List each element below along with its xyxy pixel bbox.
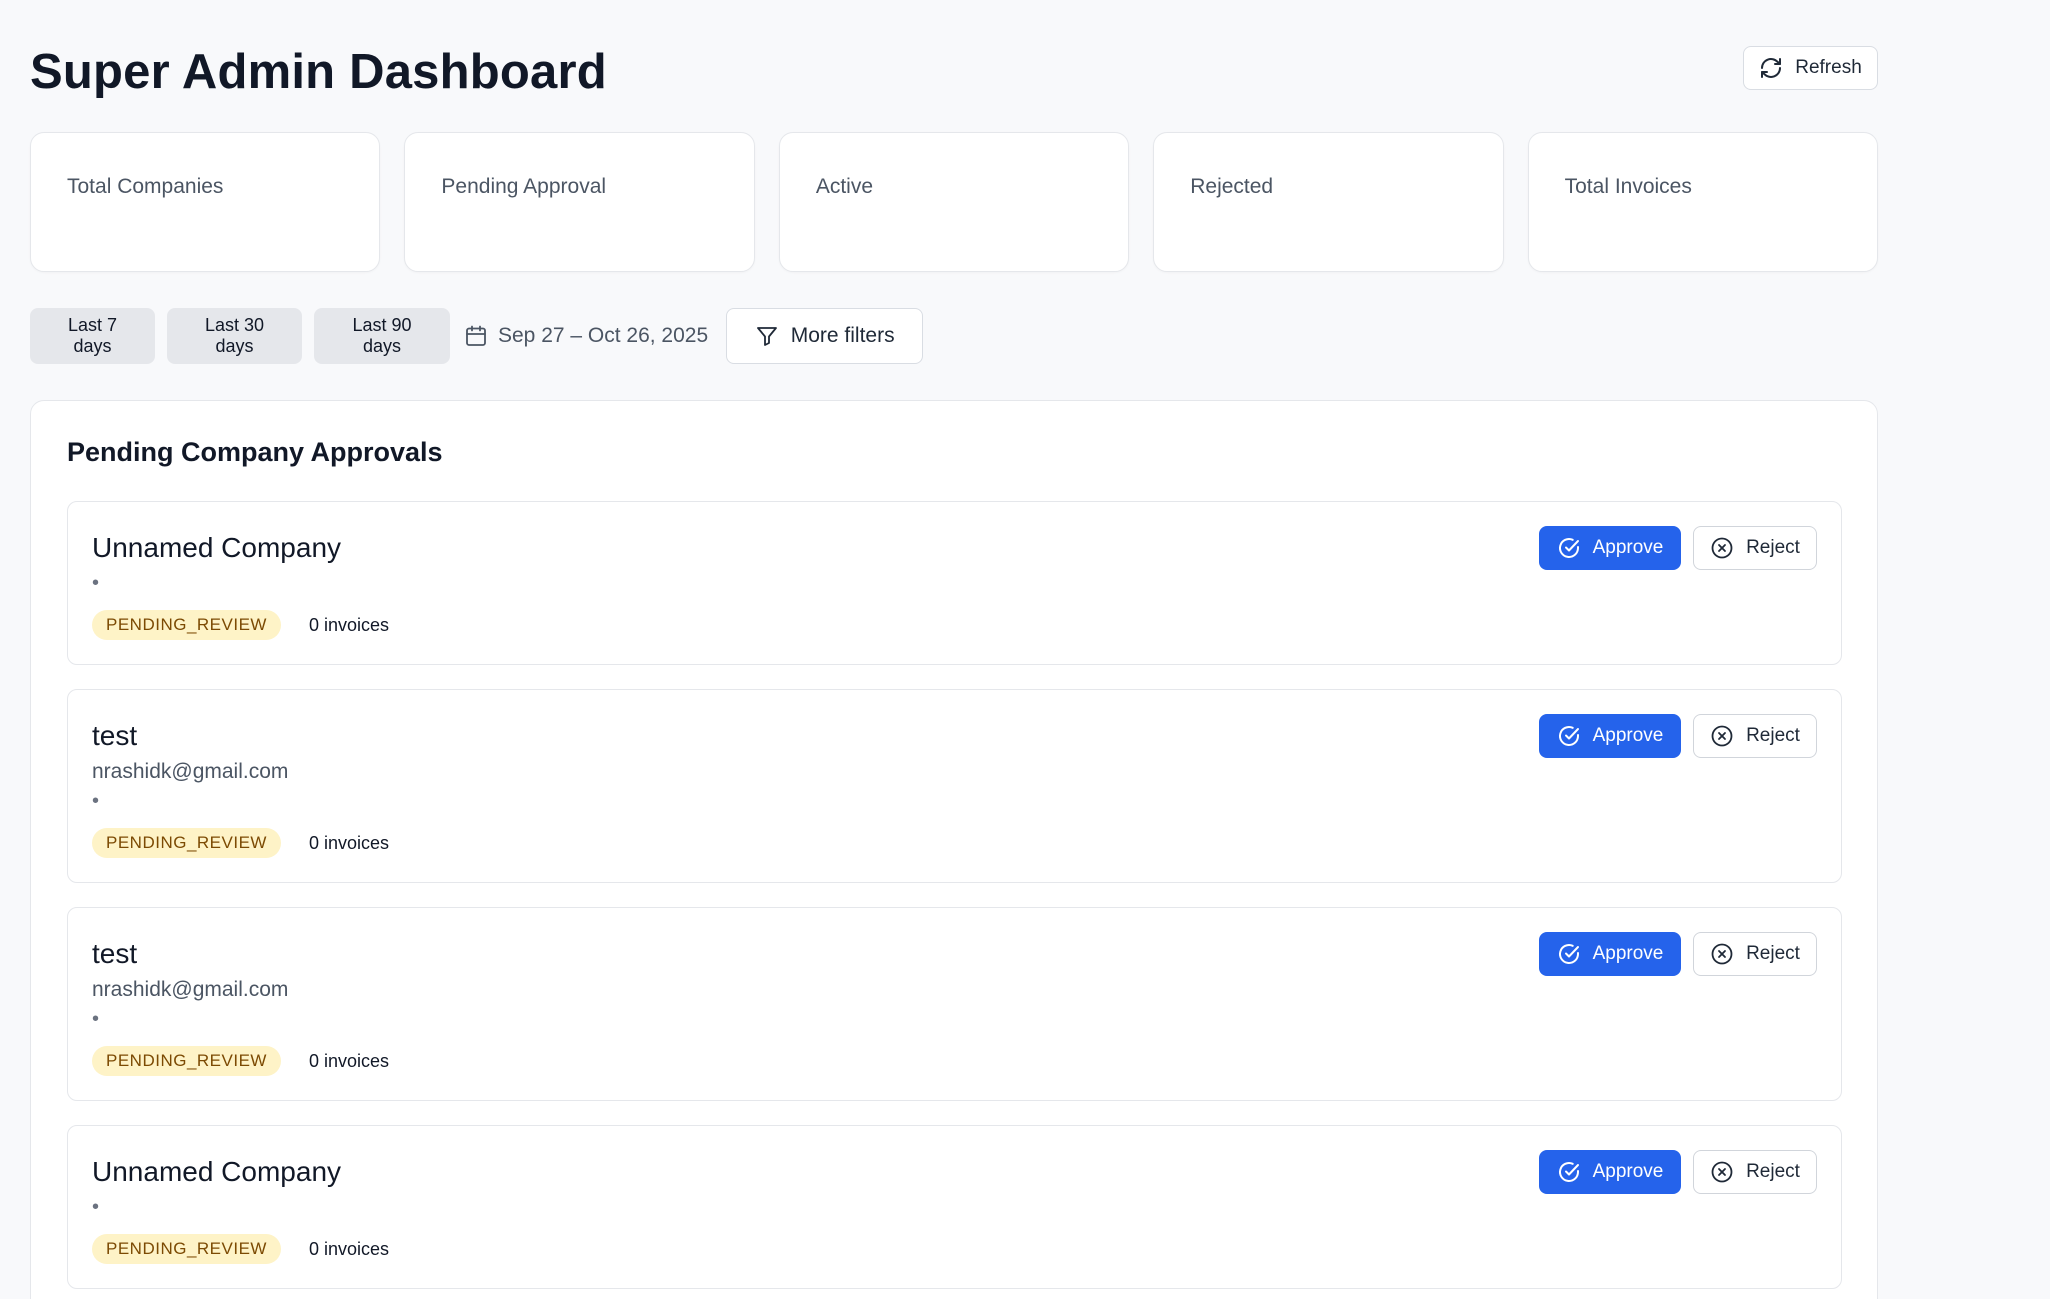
filter-last-7-days-button[interactable]: Last 7 days xyxy=(30,308,155,364)
check-circle-icon xyxy=(1558,944,1579,964)
check-circle-icon xyxy=(1558,1162,1579,1182)
approve-button[interactable]: Approve xyxy=(1539,526,1681,570)
check-circle-icon xyxy=(1558,726,1579,746)
invoice-count: 0 invoices xyxy=(308,1238,390,1259)
approval-card: test nrashidk@gmail.com • PENDING_REVIEW… xyxy=(67,907,1842,1101)
status-badge: PENDING_REVIEW xyxy=(92,828,281,858)
filter-icon xyxy=(756,327,777,346)
company-name: Unnamed Company xyxy=(92,1156,342,1187)
refresh-icon xyxy=(1761,58,1782,78)
x-circle-icon xyxy=(1711,1161,1733,1183)
date-range-label: Sep 27 – Oct 26, 2025 xyxy=(498,324,709,347)
refresh-button[interactable]: Refresh xyxy=(1743,46,1878,90)
approval-actions: Approve Reject xyxy=(1539,526,1817,570)
approval-card: Unnamed Company • PENDING_REVIEW 0 invoi… xyxy=(67,501,1842,665)
date-range-picker[interactable]: Sep 27 – Oct 26, 2025 xyxy=(464,324,708,348)
company-details-bullet: • xyxy=(92,1008,100,1030)
stat-label: Total Companies xyxy=(67,175,224,198)
calendar-icon xyxy=(466,325,486,346)
reject-button[interactable]: Reject xyxy=(1693,714,1817,758)
approve-button[interactable]: Approve xyxy=(1539,1150,1681,1194)
invoice-count: 0 invoices xyxy=(308,614,390,635)
company-details-bullet: • xyxy=(92,572,100,594)
reject-label: Reject xyxy=(1746,1161,1800,1182)
x-circle-icon xyxy=(1711,537,1733,559)
more-filters-label: More filters xyxy=(790,324,895,347)
approval-actions: Approve Reject xyxy=(1539,1150,1817,1194)
filter-bar: Last 7 days Last 30 days Last 90 days Se… xyxy=(30,308,924,364)
company-email: nrashidk@gmail.com xyxy=(92,978,289,1001)
panel-title: Pending Company Approvals xyxy=(67,437,443,467)
company-details-bullet: • xyxy=(92,1196,100,1218)
approve-button[interactable]: Approve xyxy=(1539,932,1681,976)
status-badge: PENDING_REVIEW xyxy=(92,1046,281,1076)
approval-actions: Approve Reject xyxy=(1539,714,1817,758)
company-meta: PENDING_REVIEW 0 invoices xyxy=(92,610,389,640)
check-circle-icon xyxy=(1558,538,1579,558)
approve-label: Approve xyxy=(1592,943,1664,964)
refresh-label: Refresh xyxy=(1795,57,1862,78)
approve-label: Approve xyxy=(1592,1161,1664,1182)
more-filters-button[interactable]: More filters xyxy=(726,308,924,364)
stat-label: Active xyxy=(815,175,873,198)
company-meta: PENDING_REVIEW 0 invoices xyxy=(92,828,389,858)
company-meta: PENDING_REVIEW 0 invoices xyxy=(92,1234,389,1264)
reject-button[interactable]: Reject xyxy=(1693,932,1817,976)
invoice-count: 0 invoices xyxy=(308,1050,390,1071)
status-badge: PENDING_REVIEW xyxy=(92,610,281,640)
stat-card-total-companies: Total Companies xyxy=(30,132,381,272)
approval-actions: Approve Reject xyxy=(1539,932,1817,976)
company-name: test xyxy=(92,938,138,969)
company-meta: PENDING_REVIEW 0 invoices xyxy=(92,1046,389,1076)
stat-card-rejected: Rejected xyxy=(1153,132,1504,272)
page-title: Super Admin Dashboard xyxy=(30,45,607,99)
approval-card: Unnamed Company • PENDING_REVIEW 0 invoi… xyxy=(67,1125,1842,1289)
company-details-bullet: • xyxy=(92,790,100,812)
stat-card-pending-approval: Pending Approval xyxy=(404,132,755,272)
stat-label: Pending Approval xyxy=(441,175,607,198)
stat-label: Rejected xyxy=(1190,175,1274,198)
reject-label: Reject xyxy=(1746,537,1800,558)
company-email: nrashidk@gmail.com xyxy=(92,760,289,783)
stat-card-total-invoices: Total Invoices xyxy=(1527,132,1879,272)
x-circle-icon xyxy=(1711,943,1733,965)
filter-last-90-days-button[interactable]: Last 90 days xyxy=(314,308,450,364)
reject-button[interactable]: Reject xyxy=(1693,526,1817,570)
invoice-count: 0 invoices xyxy=(308,832,390,853)
filter-last-30-days-button[interactable]: Last 30 days xyxy=(167,308,302,364)
approve-button[interactable]: Approve xyxy=(1539,714,1681,758)
stats-row: Total Companies Pending Approval Active … xyxy=(30,132,1879,272)
approval-card: test nrashidk@gmail.com • PENDING_REVIEW… xyxy=(67,689,1842,883)
stat-label: Total Invoices xyxy=(1564,175,1692,198)
reject-button[interactable]: Reject xyxy=(1693,1150,1817,1194)
approve-label: Approve xyxy=(1592,725,1664,746)
status-badge: PENDING_REVIEW xyxy=(92,1234,281,1264)
pending-approvals-panel: Pending Company Approvals Unnamed Compan… xyxy=(30,400,1878,1299)
dashboard-page: Super Admin Dashboard Refresh Total Comp… xyxy=(30,0,1879,1299)
reject-label: Reject xyxy=(1746,943,1800,964)
x-circle-icon xyxy=(1711,725,1733,747)
company-name: Unnamed Company xyxy=(92,532,342,563)
page-header: Super Admin Dashboard Refresh xyxy=(30,40,1878,104)
approve-label: Approve xyxy=(1592,537,1664,558)
reject-label: Reject xyxy=(1746,725,1800,746)
company-name: test xyxy=(92,720,138,751)
stat-card-active: Active xyxy=(778,132,1130,272)
